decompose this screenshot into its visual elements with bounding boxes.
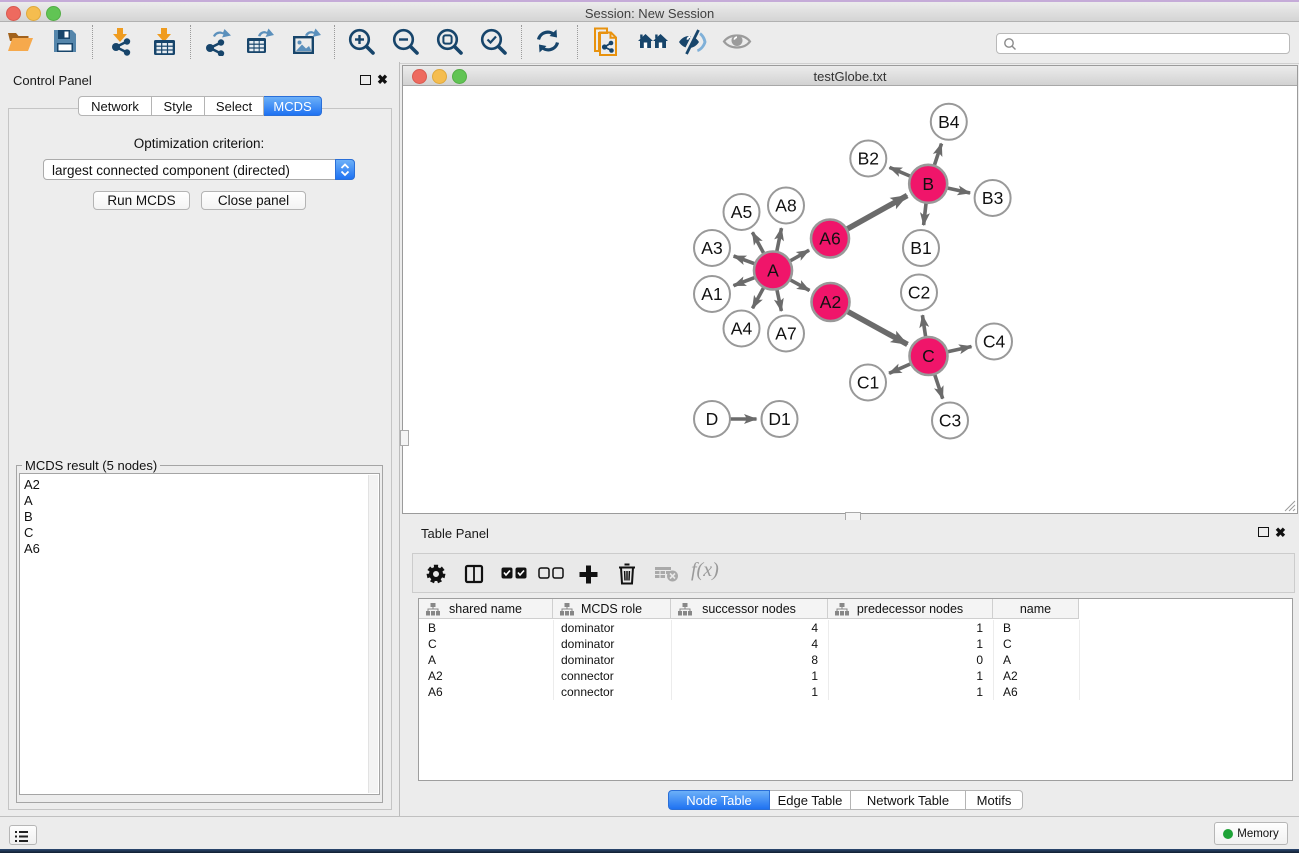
svg-text:A8: A8 [775,196,796,216]
svg-text:C: C [922,346,935,366]
svg-text:A1: A1 [701,284,722,304]
svg-text:A5: A5 [731,202,752,222]
svg-text:C4: C4 [983,332,1006,352]
svg-text:A3: A3 [701,238,722,258]
svg-text:C3: C3 [939,411,961,431]
svg-text:A6: A6 [819,229,840,249]
svg-text:B3: B3 [982,188,1003,208]
svg-text:B: B [922,174,934,194]
svg-text:A2: A2 [820,292,841,312]
svg-text:D: D [706,409,719,429]
svg-text:B1: B1 [910,238,931,258]
svg-text:C1: C1 [857,373,879,393]
svg-text:B2: B2 [858,149,879,169]
svg-text:D1: D1 [768,409,790,429]
svg-text:B4: B4 [938,112,960,132]
svg-text:A7: A7 [775,324,796,344]
svg-text:A: A [767,261,779,281]
svg-text:C2: C2 [908,283,930,303]
svg-text:A4: A4 [731,319,753,339]
